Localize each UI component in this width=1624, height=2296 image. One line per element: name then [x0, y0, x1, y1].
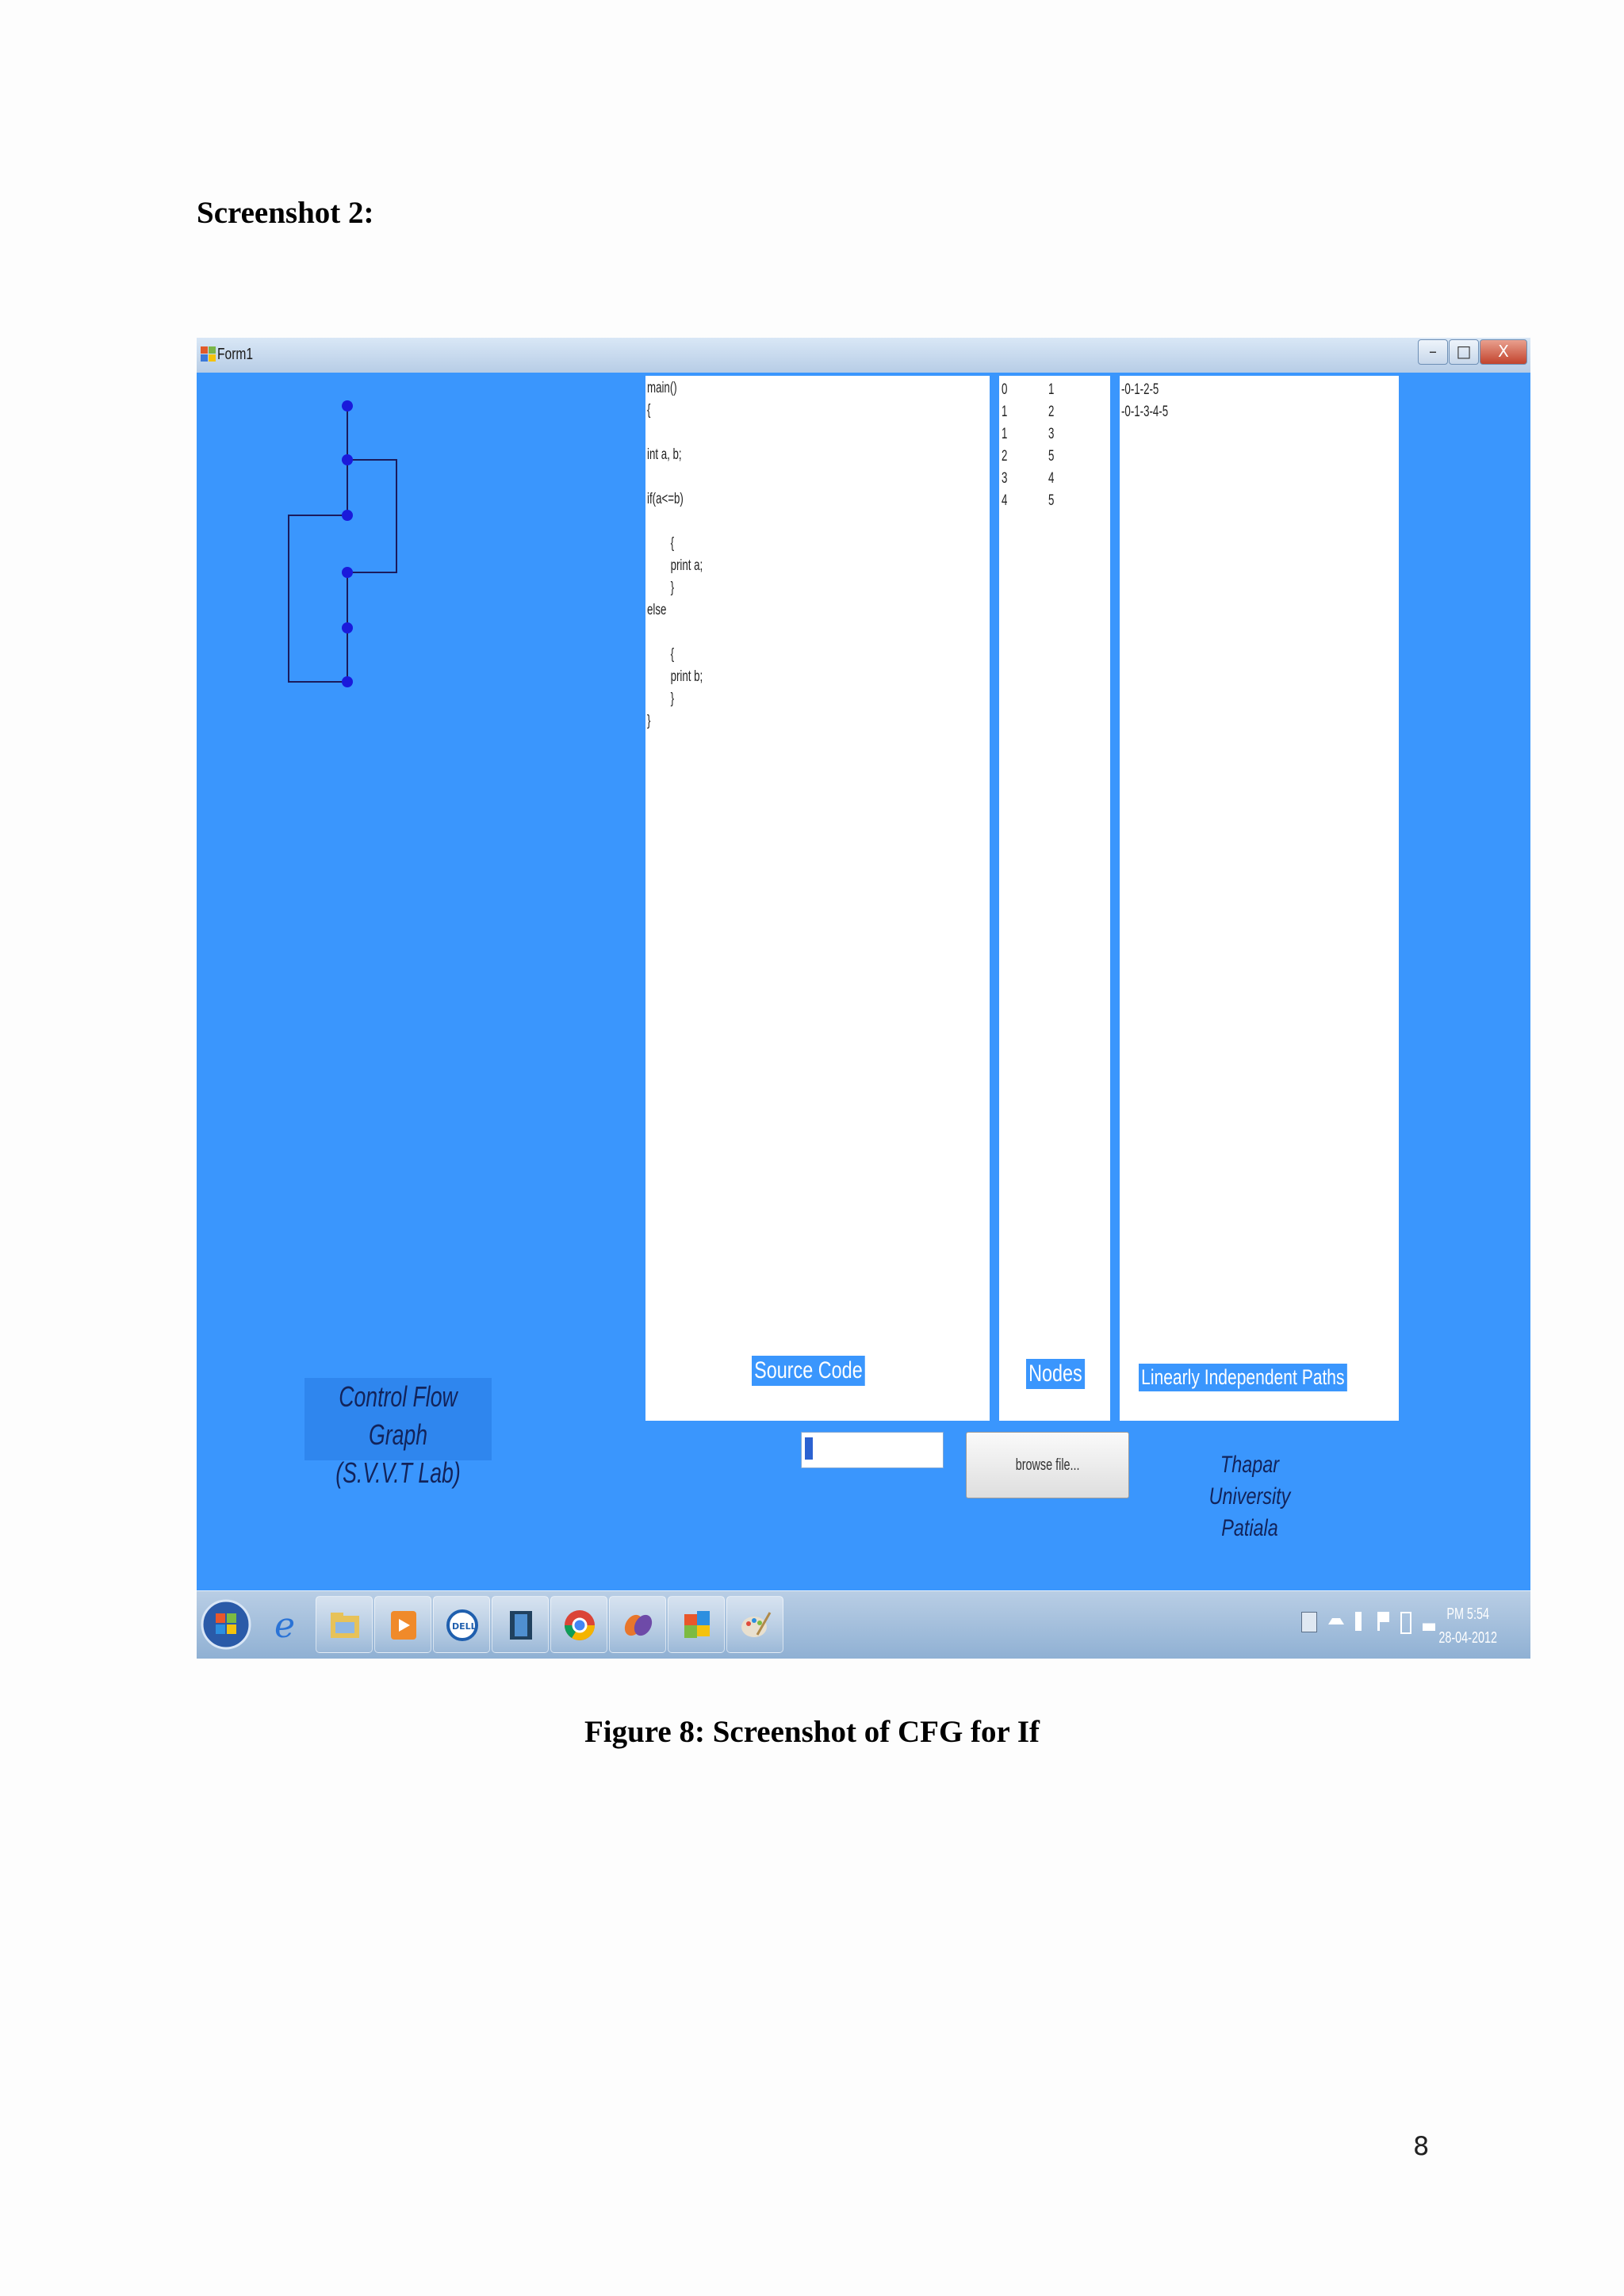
- source-code-panel[interactable]: main() { int a, b; if(a<=b) { print a; }…: [645, 376, 990, 1421]
- maximize-button[interactable]: □: [1449, 339, 1479, 365]
- section-heading: Screenshot 2:: [197, 196, 374, 230]
- source-code-label: Source Code: [752, 1356, 865, 1386]
- system-clock[interactable]: PM 5:54 28-04-2012: [1427, 1602, 1508, 1650]
- action-center-flag-icon[interactable]: [1377, 1612, 1389, 1631]
- media-player-icon[interactable]: [374, 1596, 431, 1653]
- control-flow-graph: [288, 400, 397, 687]
- start-orb-icon[interactable]: [200, 1596, 252, 1653]
- browse-file-label: browse file...: [1015, 1456, 1080, 1474]
- file-explorer-icon[interactable]: [316, 1596, 373, 1653]
- paths-panel[interactable]: -0-1-2-5 -0-1-3-4-5 Linearly Independent…: [1120, 376, 1399, 1421]
- institution-label: Thapar University Patiala: [1158, 1449, 1342, 1544]
- close-button[interactable]: X: [1480, 339, 1527, 365]
- nodes-to-column: 1 2 3 5 4 5: [1048, 381, 1055, 509]
- paths-label: Linearly Independent Paths: [1139, 1364, 1347, 1391]
- cfg-edge: [288, 515, 347, 683]
- cfg-node: [342, 567, 353, 578]
- paths-text: -0-1-2-5 -0-1-3-4-5: [1121, 381, 1169, 420]
- title-bar: Form1 – □ X: [197, 338, 1530, 373]
- file-path-input[interactable]: [801, 1432, 944, 1468]
- page-number: 8: [1413, 2131, 1430, 2161]
- institution-line1: Thapar University: [1208, 1452, 1291, 1510]
- clock-date: 28-04-2012: [1438, 1629, 1497, 1647]
- show-hidden-icons-icon[interactable]: [1328, 1618, 1344, 1624]
- usb-icon[interactable]: [1301, 1612, 1317, 1632]
- cfg-edge: [347, 459, 397, 573]
- nodes-from-column: 0 1 1 2 3 4: [1002, 381, 1008, 509]
- cfg-node: [342, 400, 353, 411]
- chrome-icon[interactable]: [550, 1596, 607, 1653]
- source-code-text: main() { int a, b; if(a<=b) { print a; }…: [647, 380, 703, 729]
- paint-icon[interactable]: [726, 1596, 783, 1653]
- nodes-panel[interactable]: 0 1 1 2 3 4 1 2 3 5 4 5 Nodes: [999, 376, 1110, 1421]
- svg-text:e: e: [274, 1607, 295, 1642]
- battery-icon[interactable]: [1400, 1612, 1411, 1634]
- clock-time: PM 5:54: [1446, 1605, 1489, 1623]
- cfg-node: [342, 454, 353, 465]
- cfg-node: [342, 676, 353, 687]
- window-title: Form1: [217, 346, 254, 363]
- institution-line2: Patiala: [1221, 1515, 1278, 1541]
- taskbar: e DELL PM 5:54 28-04-2012: [197, 1590, 1530, 1659]
- system-tray: [1301, 1612, 1435, 1634]
- window-controls: – □ X: [1417, 339, 1527, 366]
- application-screenshot: Form1 – □ X main() { int a, b; if(a<=b) …: [197, 338, 1530, 1659]
- cfg-node: [342, 510, 353, 521]
- minimize-button[interactable]: –: [1418, 339, 1448, 365]
- cfg-title-line2: (S.V.V.T Lab): [335, 1456, 461, 1489]
- svg-text:DELL: DELL: [452, 1621, 477, 1632]
- text-cursor: [805, 1437, 813, 1460]
- nodes-label: Nodes: [1026, 1359, 1085, 1389]
- app-icon[interactable]: [492, 1596, 549, 1653]
- browse-file-button[interactable]: browse file...: [966, 1432, 1129, 1498]
- dell-icon[interactable]: DELL: [433, 1596, 490, 1653]
- cfg-title-line1: Control Flow Graph: [339, 1380, 458, 1451]
- office-icon[interactable]: [668, 1596, 725, 1653]
- figure-caption: Figure 8: Screenshot of CFG for If: [584, 1715, 1040, 1749]
- form-icon: [201, 346, 216, 362]
- internet-explorer-icon[interactable]: e: [259, 1596, 316, 1653]
- volume-icon[interactable]: [1355, 1612, 1366, 1631]
- visual-studio-icon[interactable]: [609, 1596, 666, 1653]
- cfg-node: [342, 622, 353, 633]
- cfg-title-label: Control Flow Graph (S.V.V.T Lab): [304, 1378, 492, 1489]
